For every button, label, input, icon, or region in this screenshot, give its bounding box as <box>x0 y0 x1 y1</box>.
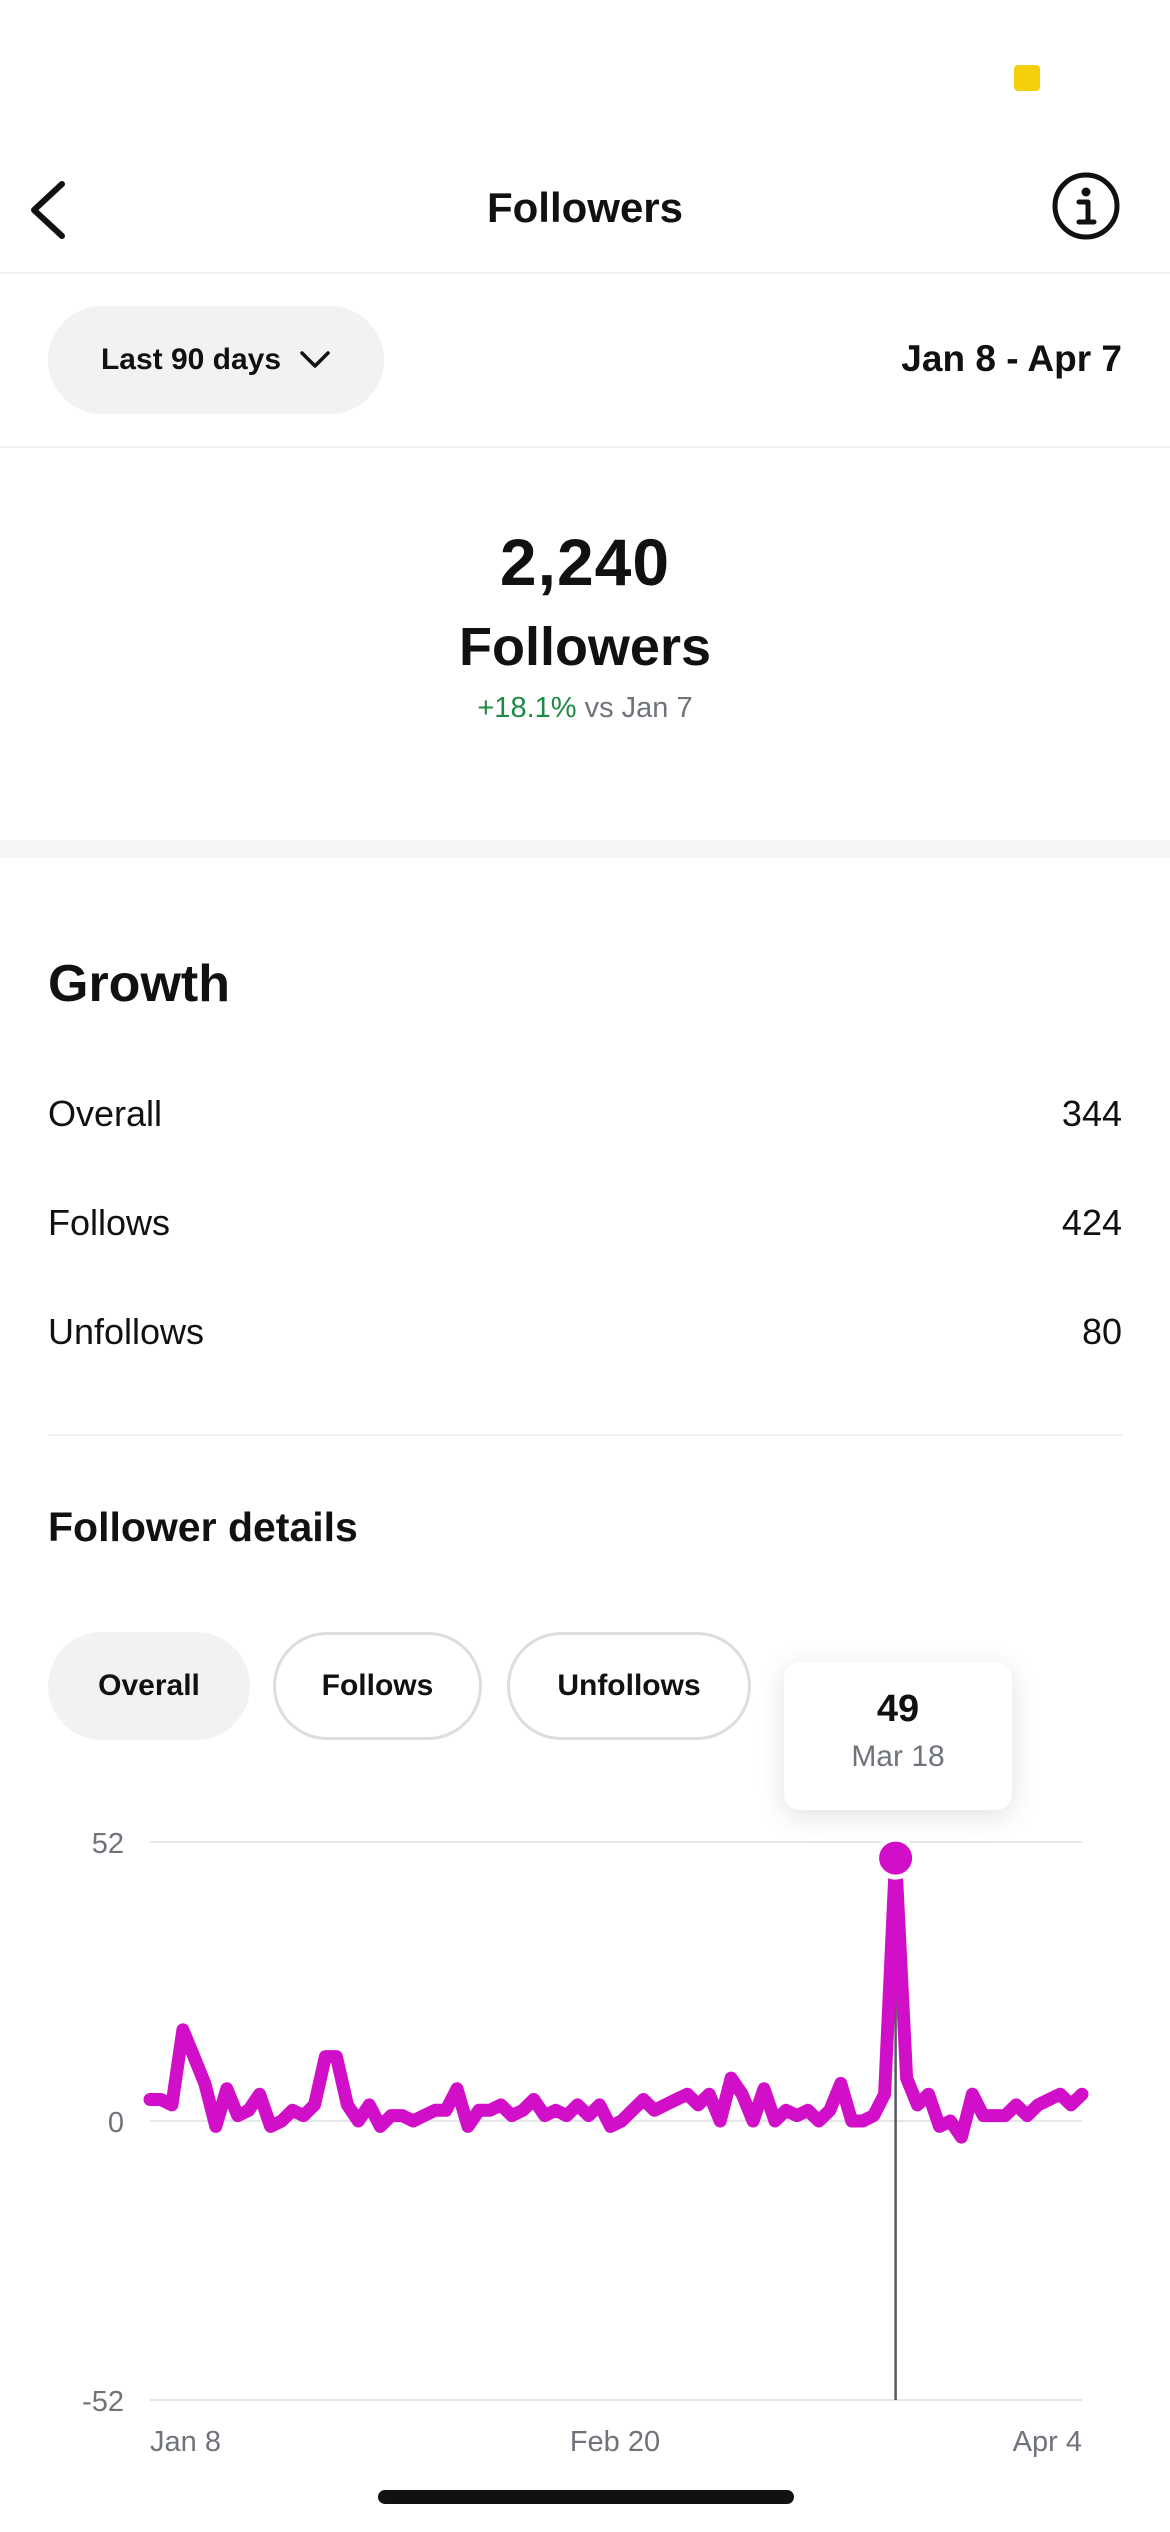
follower-series-line <box>143 1851 1089 2144</box>
highlight-point <box>874 1836 918 1880</box>
chevron-down-icon <box>300 351 330 368</box>
info-circle-icon <box>1052 172 1120 240</box>
growth-row-label: Overall <box>48 1093 163 1134</box>
date-range-selector-label: Last 90 days <box>100 343 282 376</box>
tooltip-value: 49 <box>876 1688 920 1730</box>
followers-change: +18.1% vs Jan 7 <box>0 692 1170 725</box>
tooltip-date: Mar 18 <box>851 1740 945 1773</box>
follower-line-chart: 52 0 -52 Jan 8 Feb 20 Apr 4 <box>82 1828 1089 2458</box>
x-tick-label: Feb 20 <box>570 2426 660 2458</box>
growth-divider <box>48 1434 1122 1436</box>
y-tick-label: 0 <box>108 2107 124 2139</box>
section-divider <box>0 840 1170 858</box>
page-title: Followers <box>486 184 684 231</box>
growth-row-value: 344 <box>1061 1093 1122 1134</box>
growth-row-unfollows: Unfollows 80 <box>48 1302 1122 1362</box>
tab-label: Unfollows <box>557 1669 701 1702</box>
growth-row-overall: Overall 344 <box>48 1084 1122 1144</box>
tab-label: Follows <box>321 1669 434 1702</box>
status-bar <box>0 0 1170 140</box>
followers-label: Followers <box>458 617 712 677</box>
growth-row-value: 80 <box>1081 1311 1122 1352</box>
date-range-selector[interactable]: Last 90 days <box>48 306 384 414</box>
chart-tooltip: 49 Mar 18 <box>784 1662 1012 1810</box>
change-percent: +18.1% <box>477 692 577 724</box>
x-tick-label: Jan 8 <box>150 2426 221 2458</box>
info-button[interactable] <box>1050 170 1122 242</box>
y-tick-label: 52 <box>92 1828 124 1860</box>
tab-label: Overall <box>98 1669 200 1702</box>
y-tick-label: -52 <box>82 2386 124 2418</box>
tab-unfollows[interactable]: Unfollows <box>507 1632 751 1740</box>
growth-row-value: 424 <box>1061 1202 1122 1243</box>
follower-chart[interactable]: 52 0 -52 Jan 8 Feb 20 Apr 4 <box>0 1790 1170 2470</box>
status-indicator-dot <box>1014 65 1040 91</box>
date-range-text: Jan 8 - Apr 7 <box>901 338 1122 379</box>
tab-overall[interactable]: Overall <box>48 1632 250 1740</box>
growth-row-label: Follows <box>48 1202 171 1243</box>
change-comparison: vs Jan 7 <box>584 692 693 724</box>
followers-count: 2,240 <box>499 525 671 599</box>
growth-title: Growth <box>48 955 230 1013</box>
tab-follows[interactable]: Follows <box>273 1632 482 1740</box>
growth-row-label: Unfollows <box>48 1311 205 1352</box>
x-tick-label: Apr 4 <box>1013 2426 1082 2458</box>
top-nav-bar: Followers <box>0 140 1170 274</box>
follower-details-title: Follower details <box>48 1504 358 1550</box>
home-indicator <box>378 2490 794 2504</box>
growth-row-follows: Follows 424 <box>48 1193 1122 1253</box>
date-range-bar: Last 90 days Jan 8 - Apr 7 <box>0 276 1170 448</box>
followers-summary: 2,240 Followers +18.1% vs Jan 7 <box>0 450 1170 840</box>
